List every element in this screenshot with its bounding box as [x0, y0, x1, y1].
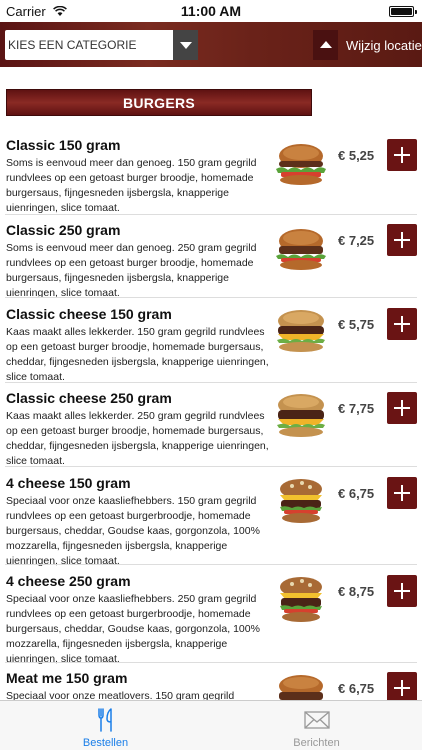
fork-knife-icon	[98, 708, 112, 732]
item-name: Classic cheese 250 gram	[6, 390, 172, 406]
item-name: Classic 250 gram	[6, 222, 121, 238]
item-description: Speciaal voor onze kaasliefhebbers. 250 …	[6, 593, 260, 665]
item-description: Kaas maakt alles lekkerder. 150 gram geg…	[6, 326, 269, 383]
add-to-cart-button[interactable]	[387, 308, 417, 340]
tab-bar: Bestellen Berichten	[0, 700, 422, 750]
chevron-up-icon[interactable]	[313, 30, 338, 60]
item-price: € 6,75	[338, 681, 375, 696]
status-time: 11:00 AM	[180, 3, 242, 19]
item-description: Soms is eenvoud meer dan genoeg. 150 gra…	[6, 157, 257, 214]
tab-label: Bestellen	[82, 737, 129, 749]
battery-icon	[389, 6, 417, 17]
add-to-cart-button[interactable]	[387, 477, 417, 509]
item-price: € 8,75	[338, 584, 375, 599]
item-divider	[5, 564, 417, 565]
item-name: Classic cheese 150 gram	[6, 306, 172, 322]
add-to-cart-button[interactable]	[387, 139, 417, 171]
tab-bestellen[interactable]: Bestellen	[0, 701, 211, 750]
menu-item[interactable]: Classic 150 gram Soms is eenvoud meer da…	[0, 137, 422, 215]
classic-burger-image	[276, 144, 326, 185]
header-bar: KIES EEN CATEGORIE Wijzig locatie	[0, 22, 422, 67]
item-description: Soms is eenvoud meer dan genoeg. 250 gra…	[6, 242, 257, 299]
item-name: 4 cheese 150 gram	[6, 475, 131, 491]
menu-item[interactable]: Meat me 150 gram Speciaal voor onze meat…	[0, 670, 422, 700]
change-location-button[interactable]: Wijzig locatie	[313, 30, 422, 60]
menu-item[interactable]: Classic 250 gram Soms is eenvoud meer da…	[0, 222, 422, 299]
item-price: € 5,25	[338, 148, 375, 163]
section-banner: BURGERS	[6, 89, 312, 116]
chevron-down-icon[interactable]	[173, 30, 198, 60]
item-price: € 6,75	[338, 486, 375, 501]
category-select[interactable]: KIES EEN CATEGORIE	[5, 30, 198, 60]
item-description: Speciaal voor onze kaasliefhebbers. 150 …	[6, 495, 260, 567]
tab-berichten[interactable]: Berichten	[211, 701, 422, 750]
menu-item[interactable]: Classic cheese 250 gram Kaas maakt alles…	[0, 390, 422, 467]
item-price: € 7,75	[338, 401, 375, 416]
item-divider	[5, 382, 417, 383]
menu-item[interactable]: Classic cheese 150 gram Kaas maakt alles…	[0, 306, 422, 383]
item-name: 4 cheese 250 gram	[6, 573, 131, 589]
cheese-burger-image	[277, 310, 325, 352]
envelope-icon	[304, 711, 330, 729]
tab-label: Berichten	[293, 737, 340, 749]
item-divider	[5, 662, 417, 663]
cheese-burger-image	[277, 394, 325, 437]
item-price: € 5,75	[338, 317, 375, 332]
item-name: Classic 150 gram	[6, 137, 121, 153]
item-description: Kaas maakt alles lekkerder. 250 gram geg…	[6, 410, 269, 467]
section-title: BURGERS	[122, 95, 196, 111]
item-price: € 7,25	[338, 233, 375, 248]
item-divider	[5, 466, 417, 467]
item-name: Meat me 150 gram	[6, 670, 128, 686]
meat-burger-image	[279, 675, 323, 700]
four-cheese-burger-image	[280, 479, 322, 523]
item-divider	[5, 214, 417, 215]
classic-burger-image	[276, 229, 326, 270]
status-bar: Carrier 11:00 AM	[0, 0, 422, 22]
menu-item[interactable]: 4 cheese 250 gram Speciaal voor onze kaa…	[0, 573, 422, 665]
four-cheese-burger-image	[280, 577, 322, 622]
add-to-cart-button[interactable]	[387, 392, 417, 424]
menu-item[interactable]: 4 cheese 150 gram Speciaal voor onze kaa…	[0, 475, 422, 567]
item-divider	[5, 297, 417, 298]
add-to-cart-button[interactable]	[387, 224, 417, 256]
category-select-label: KIES EEN CATEGORIE	[8, 38, 137, 52]
add-to-cart-button[interactable]	[387, 575, 417, 607]
add-to-cart-button[interactable]	[387, 672, 417, 700]
item-description: Speciaal voor onze meatlovers. 150 gram …	[6, 690, 235, 700]
change-location-label: Wijzig locatie	[346, 38, 422, 53]
